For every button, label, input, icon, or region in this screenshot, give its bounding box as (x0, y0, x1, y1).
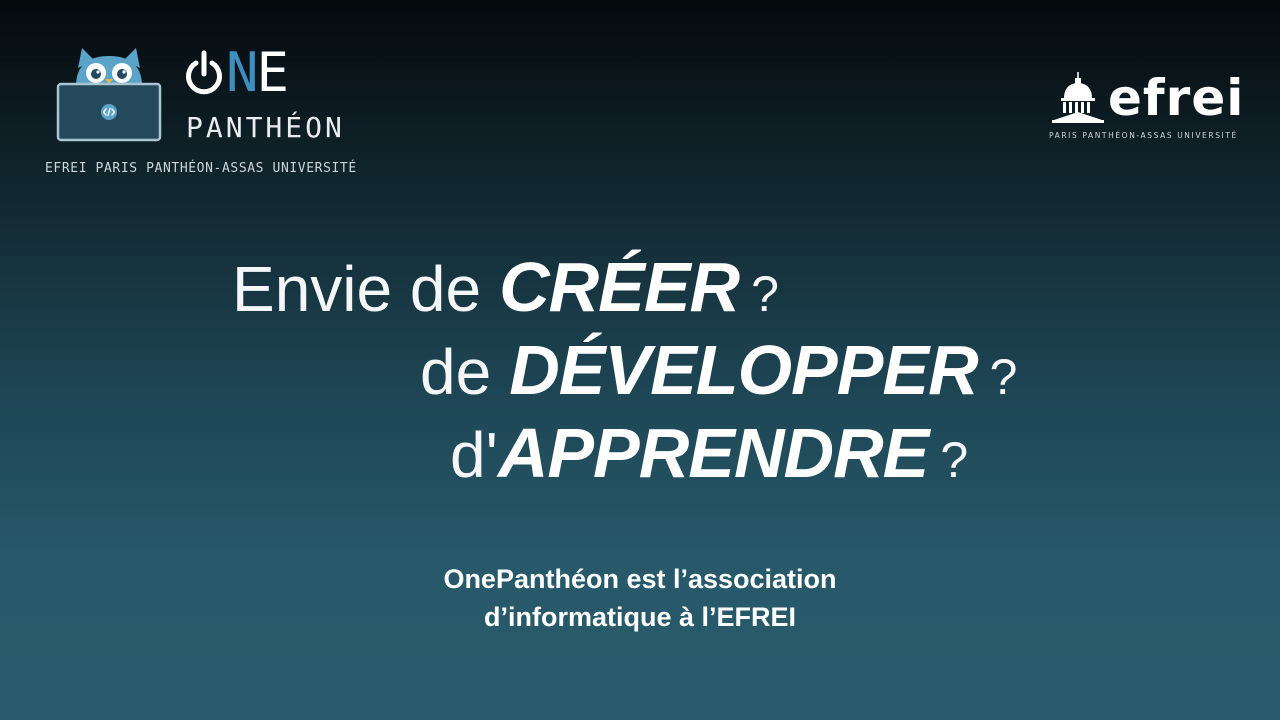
caption-line-2: d’informatique à l’EFREI (483, 602, 797, 632)
efrei-wordmark: efrei (1108, 69, 1245, 127)
headline-line-3: d' APPRENDRE? (450, 418, 968, 488)
slide: NE PANTHÉON EFREI PARIS PANTHÉON-ASSAS U… (0, 0, 1280, 720)
headline-1-light: Envie de (232, 253, 482, 325)
university-tagline: EFREI PARIS PANTHÉON-ASSAS UNIVERSITÉ (45, 161, 357, 176)
headline-2-question-mark: ? (989, 349, 1018, 405)
headline-line-2: de DÉVELOPPER? (420, 335, 1017, 405)
owl-with-laptop-icon (56, 48, 162, 142)
headline-3-light: d' (450, 419, 498, 491)
efrei-subtitle: PARIS PANTHÉON-ASSAS UNIVERSITÉ (1049, 131, 1238, 140)
caption-line-1: OnePanthéon est l’association (443, 564, 837, 594)
power-icon (186, 50, 222, 95)
headline-2-light: de (420, 336, 492, 408)
pantheon-subtitle: PANTHÉON (186, 111, 345, 144)
headline-3-bold: APPRENDRE (497, 414, 930, 492)
headline-1-bold: CRÉER (499, 248, 740, 326)
onepantheon-logo: NE PANTHÉON EFREI PARIS PANTHÉON-ASSAS U… (44, 40, 394, 180)
association-caption: OnePanthéon est l’association d’informat… (240, 560, 1040, 636)
pantheon-dome-icon (1052, 72, 1104, 123)
headline-2-bold: DÉVELOPPER (509, 331, 978, 409)
headline-3-question-mark: ? (940, 432, 969, 488)
headline-1-question-mark: ? (751, 266, 779, 322)
headline-line-1: Envie de CRÉER? (232, 252, 779, 322)
wordmark-letters: NE (226, 46, 289, 100)
wordmark-n: N (226, 41, 258, 104)
onepantheon-wordmark: NE (184, 42, 289, 104)
wordmark-e: E (256, 41, 289, 104)
efrei-logo: efrei PARIS PANTHÉON-ASSAS UNIVERSITÉ (1046, 68, 1260, 144)
